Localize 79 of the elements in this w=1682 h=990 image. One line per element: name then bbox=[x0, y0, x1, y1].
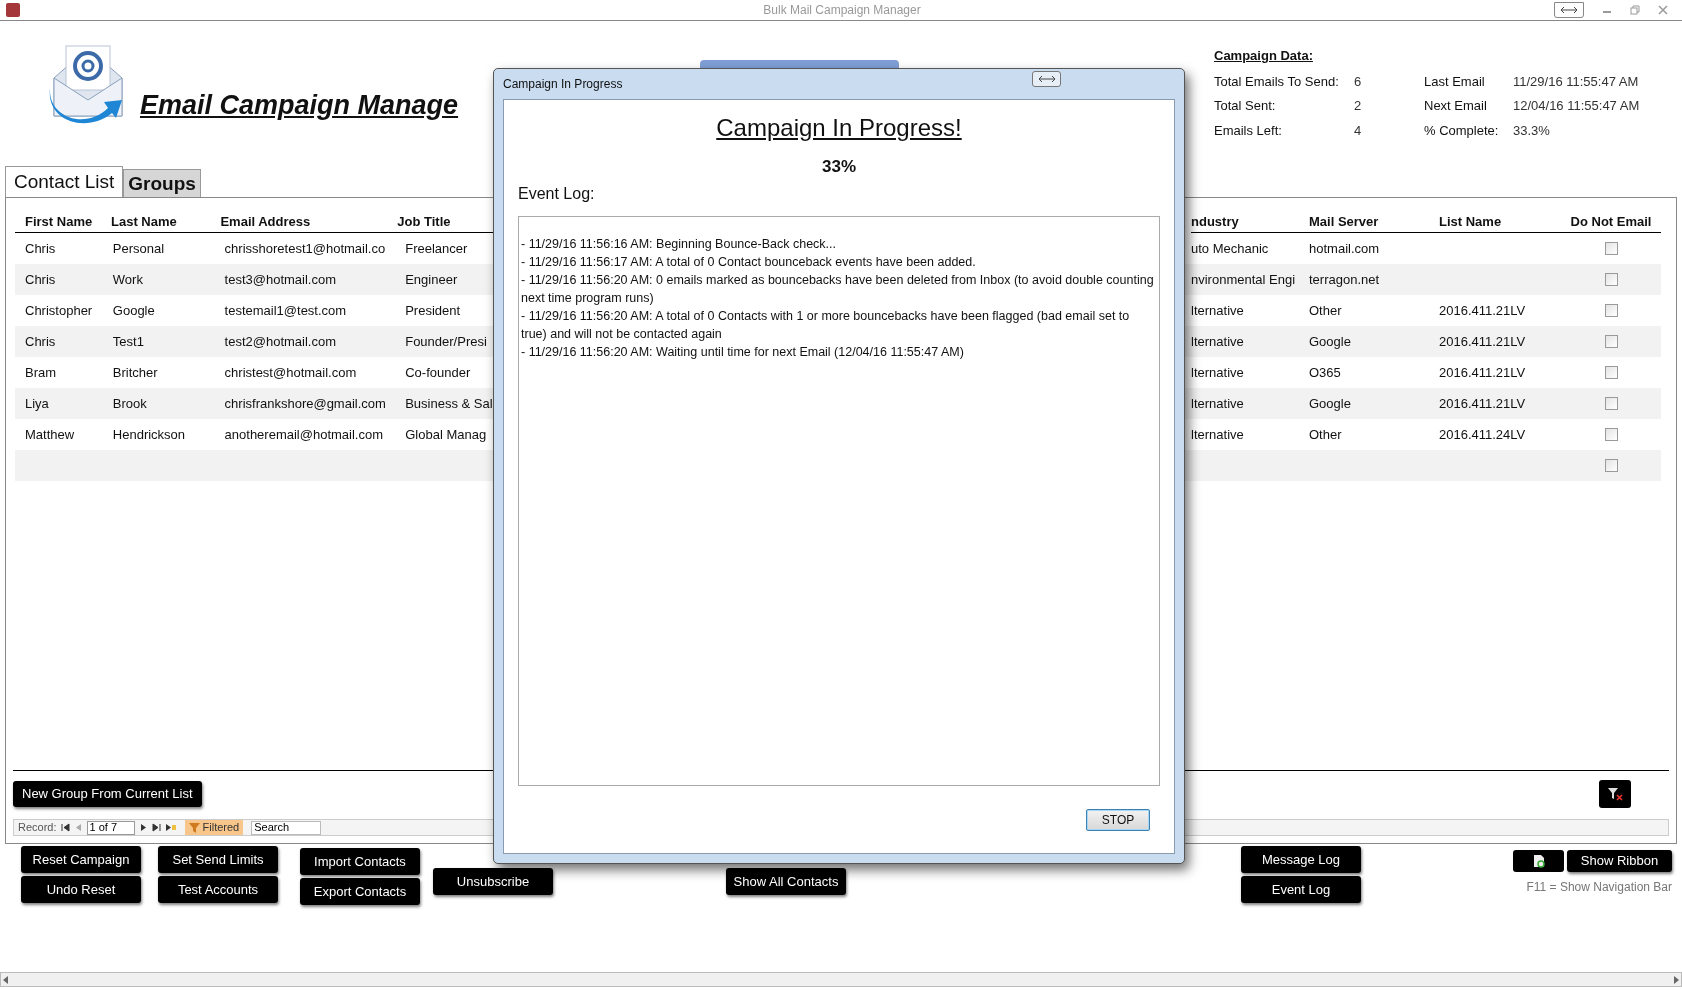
table-cell: 2016.411.21LV bbox=[1439, 333, 1526, 349]
table-cell: lternative bbox=[1191, 364, 1244, 380]
table-cell-text: Test1 bbox=[112, 332, 145, 351]
column-header: Job Title bbox=[397, 213, 452, 231]
table-cell-text: Global Manag bbox=[405, 425, 488, 444]
table-cell-text: Work bbox=[112, 270, 144, 289]
table-cell: lternative bbox=[1191, 333, 1244, 349]
table-cell: 2016.411.21LV bbox=[1439, 395, 1526, 411]
table-cell-text: Personal bbox=[112, 239, 166, 258]
table-cell: 2016.411.21LV bbox=[1439, 302, 1526, 318]
table-cell: lternative bbox=[1191, 302, 1244, 318]
table-cell-text: Founder/Presi bbox=[405, 332, 488, 351]
stat-value: 2 bbox=[1354, 97, 1362, 115]
table-cell-text: Freelancer bbox=[405, 239, 469, 258]
table-cell-text: Britcher bbox=[112, 363, 159, 382]
stat-label: Next Email bbox=[1424, 97, 1488, 115]
table-cell: 2016.411.24LV bbox=[1439, 426, 1526, 442]
table-cell: lternative bbox=[1191, 426, 1244, 442]
table-cell: Other bbox=[1309, 426, 1342, 442]
table-cell-text: anotheremail@hotmail.com bbox=[224, 425, 384, 444]
table-cell-text: Engineer bbox=[405, 270, 459, 289]
log-entry: - 11/29/16 11:56:20 AM: Waiting until time for next Email (12/04/16 11:55:47 AM) bbox=[521, 343, 965, 361]
table-cell-text: test2@hotmail.com bbox=[224, 332, 338, 351]
table-cell-text: christest@hotmail.com bbox=[224, 363, 358, 382]
progress-percent: 33% bbox=[822, 156, 856, 178]
log-entry: - 11/29/16 11:56:20 AM: A total of 0 Contacts with 1 or more bouncebacks have been flagged (bad email set to true) and will not be contacted again bbox=[521, 307, 1131, 343]
stat-label: Last Email bbox=[1424, 72, 1486, 91]
table-cell-text: Google bbox=[112, 301, 156, 320]
table-cell-text: Chris bbox=[25, 239, 57, 258]
app-heading: Email Campaign Manage bbox=[140, 89, 459, 121]
column-header: Mail Server bbox=[1309, 213, 1380, 231]
hint-text: F11 = Show Navigation Bar bbox=[1526, 879, 1672, 896]
table-cell-text: President bbox=[405, 301, 462, 320]
table-cell: nvironmental Engi bbox=[1191, 271, 1296, 287]
stat-label: Emails Left: bbox=[1214, 121, 1283, 140]
table-cell: terragon.net bbox=[1309, 271, 1380, 287]
table-cell-text: Hendrickson bbox=[112, 425, 187, 444]
section-heading: Campaign Data: bbox=[1214, 47, 1314, 65]
dialog-heading: Campaign In Progress! bbox=[716, 113, 962, 143]
stat-value: 6 bbox=[1354, 72, 1362, 91]
table-cell-text: Bram bbox=[25, 363, 58, 382]
stat-label: Total Sent: bbox=[1214, 97, 1277, 115]
table-cell: Google bbox=[1309, 395, 1351, 411]
table-cell: uto Mechanic bbox=[1191, 240, 1269, 256]
stat-value: 33.3% bbox=[1513, 121, 1550, 140]
table-cell: Other bbox=[1309, 302, 1342, 318]
table-cell-text: Brook bbox=[112, 394, 148, 413]
table-cell: O365 bbox=[1309, 364, 1341, 380]
stat-value: 11/29/16 11:55:47 AM bbox=[1513, 72, 1639, 91]
table-cell: Google bbox=[1309, 333, 1351, 349]
table-cell: 2016.411.21LV bbox=[1439, 364, 1526, 380]
column-header: First Name bbox=[25, 213, 94, 231]
stat-value: 12/04/16 11:55:47 AM bbox=[1513, 97, 1640, 115]
table-cell-text: Business & Sal bbox=[405, 394, 494, 413]
table-cell-text: Liya bbox=[25, 394, 50, 413]
table-cell: lternative bbox=[1191, 395, 1244, 411]
column-header: Email Address bbox=[220, 213, 312, 231]
table-cell-text: chrisshoretest1@hotmail.co bbox=[224, 239, 387, 258]
column-header: ndustry bbox=[1191, 213, 1240, 231]
table-cell-text: Matthew bbox=[25, 425, 76, 444]
column-header: List Name bbox=[1439, 213, 1503, 231]
table-cell-text: testemail1@test.com bbox=[224, 301, 348, 320]
column-header: Last Name bbox=[111, 213, 178, 231]
dialog-title: Campaign In Progress bbox=[503, 76, 623, 93]
table-cell: hotmail.com bbox=[1309, 240, 1380, 256]
log-label: Event Log: bbox=[518, 183, 596, 204]
table-cell-text: test3@hotmail.com bbox=[224, 270, 338, 289]
table-cell-text: Co-founder bbox=[405, 363, 472, 382]
stat-value: 4 bbox=[1354, 121, 1362, 140]
table-cell-text: Chris bbox=[25, 270, 57, 289]
table-cell-text: Chris bbox=[25, 332, 57, 351]
column-header: Do Not Email bbox=[1569, 213, 1653, 231]
stat-label: % Complete: bbox=[1424, 121, 1500, 140]
record-label: Record: bbox=[18, 820, 57, 836]
log-entry: - 11/29/16 11:56:16 AM: Beginning Bounce-Back check... bbox=[521, 235, 837, 253]
table-cell-text: Christopher bbox=[25, 301, 94, 320]
table-cell-text: chrisfrankshore@gmail.com bbox=[224, 394, 387, 413]
stat-label: Total Emails To Send: bbox=[1214, 72, 1340, 91]
window-title: Bulk Mail Campaign Manager bbox=[763, 2, 921, 19]
